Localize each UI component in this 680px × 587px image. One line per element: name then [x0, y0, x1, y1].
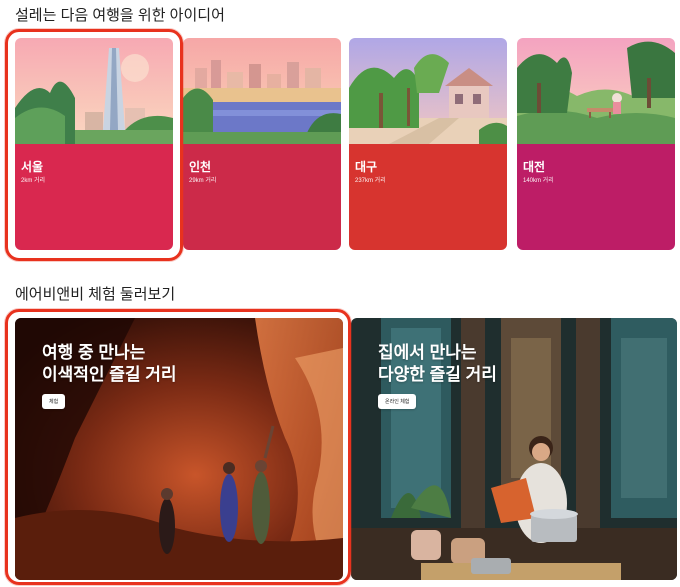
- destination-card-incheon[interactable]: 인천 29km 거리: [183, 38, 341, 250]
- seoul-illustration: [15, 38, 173, 144]
- destination-panel: 대전 140km 거리: [517, 144, 675, 250]
- destination-panel: 대구 237km 거리: [349, 144, 507, 250]
- destination-card-daejeon[interactable]: 대전 140km 거리: [517, 38, 675, 250]
- destination-name: 서울: [21, 160, 44, 174]
- destination-distance: 237km 거리: [355, 178, 386, 184]
- experiences-section-title: 에어비앤비 체험 둘러보기: [15, 286, 176, 303]
- destination-name: 인천: [189, 160, 212, 174]
- online-experiences-button[interactable]: 온라인 체험: [378, 394, 417, 409]
- experience-card-travel[interactable]: 여행 중 만나는 이색적인 즐길 거리 체험: [15, 318, 343, 580]
- destination-name: 대전: [523, 160, 546, 174]
- destination-distance: 29km 거리: [189, 178, 217, 184]
- inspiration-section-title: 설레는 다음 여행을 위한 아이디어: [15, 7, 225, 24]
- daejeon-illustration: [517, 38, 675, 144]
- destination-distance: 140km 거리: [523, 178, 554, 184]
- destination-panel: 서울 2km 거리: [15, 144, 173, 250]
- incheon-illustration: [183, 38, 341, 144]
- destination-distance: 2km 거리: [21, 178, 46, 184]
- experience-cards: 여행 중 만나는 이색적인 즐길 거리 체험 집에서 만나는 다양한 즐길 거리…: [15, 318, 677, 580]
- experience-title-line1: 집에서 만나는: [378, 343, 477, 362]
- experience-card-online[interactable]: 집에서 만나는 다양한 즐길 거리 온라인 체험: [351, 318, 677, 580]
- experience-title-line1: 여행 중 만나는: [42, 343, 146, 362]
- destination-cards: 서울 2km 거리 인천 29km 거리 대구 237km 거리 대전 140k…: [15, 38, 677, 250]
- destination-card-seoul[interactable]: 서울 2km 거리: [15, 38, 173, 250]
- experience-title: 집에서 만나는 다양한 즐길 거리: [378, 342, 497, 386]
- destination-panel: 인천 29km 거리: [183, 144, 341, 250]
- destination-name: 대구: [355, 160, 378, 174]
- experience-title: 여행 중 만나는 이색적인 즐길 거리: [42, 342, 177, 386]
- experience-title-line2: 이색적인 즐길 거리: [42, 365, 177, 384]
- experiences-button[interactable]: 체험: [42, 394, 66, 409]
- experience-title-line2: 다양한 즐길 거리: [378, 365, 497, 384]
- destination-card-daegu[interactable]: 대구 237km 거리: [349, 38, 507, 250]
- daegu-illustration: [349, 38, 507, 144]
